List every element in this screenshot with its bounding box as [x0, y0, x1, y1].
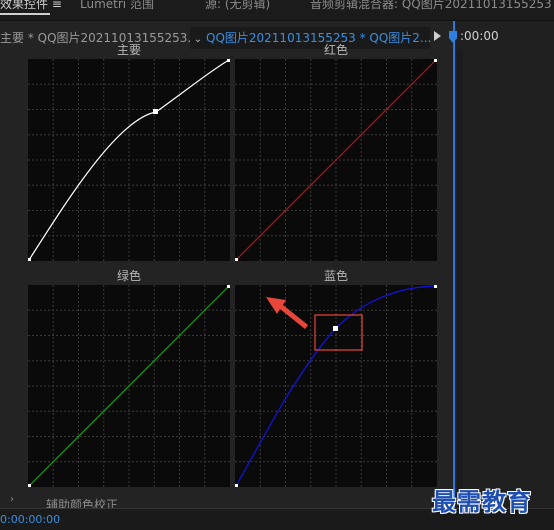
mini-timeline[interactable]: :00:00: [449, 21, 554, 510]
curve-red[interactable]: [235, 59, 437, 261]
curve-endpoint[interactable]: [235, 484, 238, 487]
curve-graph-red[interactable]: [235, 59, 437, 261]
curve-endpoint[interactable]: [227, 59, 230, 62]
curve-title-blue: 蓝色: [323, 269, 348, 283]
curve-endpoint[interactable]: [235, 258, 238, 261]
tab-source[interactable]: 源: (无剪辑): [205, 0, 270, 14]
vertical-scrollbar[interactable]: [457, 49, 463, 489]
curve-graph-green[interactable]: [28, 285, 230, 487]
panel-tab-bar: 效果控件 ≡ Lumetri 范围 源: (无剪辑) 音频剪辑混合器: QQ图片…: [0, 0, 554, 21]
watermark-logo: 最需教育: [432, 487, 532, 516]
red-curve-line[interactable]: [235, 59, 437, 261]
playhead-line: [454, 21, 455, 510]
chevron-right-icon[interactable]: ›: [10, 492, 14, 508]
rgb-curves-area: 主要 红色 绿色 蓝色: [18, 43, 450, 489]
curve-endpoint[interactable]: [434, 59, 437, 62]
current-timecode[interactable]: 0:00:00:00: [0, 513, 60, 526]
curve-graph-blue[interactable]: [235, 285, 437, 487]
curve-title-master: 主要: [116, 43, 141, 57]
play-triangle-icon[interactable]: [434, 31, 441, 41]
tab-audio-clip-mixer[interactable]: 音频剪辑混合器: QQ图片20211013155253: [310, 0, 552, 14]
master-curve-point[interactable]: [153, 109, 158, 114]
curve-endpoint[interactable]: [28, 258, 31, 261]
curve-blue[interactable]: [235, 285, 437, 487]
curve-endpoint[interactable]: [28, 484, 31, 487]
blue-curve-point[interactable]: [333, 326, 338, 331]
tab-effect-controls[interactable]: 效果控件 ≡: [0, 0, 62, 15]
curve-title-red: 红色: [323, 43, 348, 57]
curve-graph-master[interactable]: [28, 59, 230, 261]
secondary-color-correction-row[interactable]: › 辅助颜色校正: [0, 492, 453, 512]
tab-lumetri-scopes[interactable]: Lumetri 范围: [80, 0, 154, 14]
timeline-timecode: :00:00: [460, 29, 499, 43]
curve-endpoint[interactable]: [434, 285, 437, 288]
curve-endpoint[interactable]: [227, 285, 230, 288]
curve-title-green: 绿色: [116, 269, 141, 283]
curve-green[interactable]: [28, 285, 230, 487]
green-curve-line[interactable]: [28, 285, 230, 487]
curve-master[interactable]: [28, 59, 230, 261]
effect-controls-panel: 效果控件 ≡ Lumetri 范围 源: (无剪辑) 音频剪辑混合器: QQ图片…: [0, 0, 554, 530]
